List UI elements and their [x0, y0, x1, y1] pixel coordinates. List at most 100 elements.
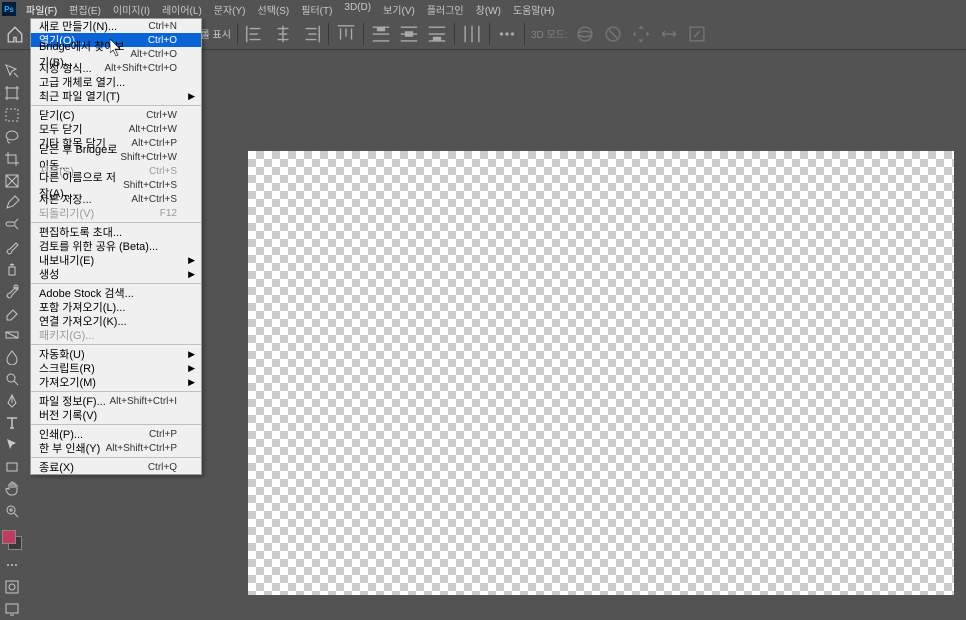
marquee-tool[interactable]	[1, 104, 23, 126]
menubar-item[interactable]: 3D(D)	[338, 0, 377, 19]
file-menu-item[interactable]: 포함 가져오기(L)...	[31, 300, 201, 314]
menubar-item[interactable]: 선택(S)	[252, 0, 296, 19]
eraser-tool[interactable]	[1, 302, 23, 324]
file-menu-item[interactable]: 최근 파일 열기(T)▶	[31, 89, 201, 103]
file-menu-item: 패키지(G)...	[31, 328, 201, 342]
file-menu-item[interactable]: 자동화(U)▶	[31, 347, 201, 361]
file-menu-item[interactable]: 검토를 위한 공유 (Beta)...	[31, 239, 201, 253]
menu-item-shortcut: Ctrl+N	[148, 21, 177, 32]
file-menu-item[interactable]: 닫은 후 Bridge로 이동...Shift+Ctrl+W	[31, 150, 201, 164]
3d-roll-icon	[602, 23, 624, 45]
file-menu-item[interactable]: 버전 기록(V)	[31, 408, 201, 422]
rectangle-tool[interactable]	[1, 456, 23, 478]
menu-item-label: 버전 기록(V)	[39, 407, 97, 423]
menubar-item[interactable]: 필터(T)	[295, 0, 338, 19]
divider	[363, 23, 364, 45]
3d-mode-label: 3D 모드:	[531, 26, 568, 41]
distribute-bottom-icon[interactable]	[426, 23, 448, 45]
menubar-item[interactable]: 이미지(I)	[107, 0, 156, 19]
menu-item-shortcut: Ctrl+S	[149, 166, 177, 177]
file-menu-item[interactable]: 다른 이름으로 저장(A)...Shift+Ctrl+S	[31, 178, 201, 192]
foreground-color[interactable]	[2, 530, 16, 544]
menu-item-shortcut: Alt+Shift+Ctrl+O	[104, 63, 177, 74]
divider	[524, 23, 525, 45]
file-menu-item[interactable]: 사본 저장...Alt+Ctrl+S	[31, 192, 201, 206]
screen-mode-icon[interactable]	[1, 598, 23, 620]
file-menu-item[interactable]: 생성▶	[31, 267, 201, 281]
file-menu-item[interactable]: 편집하도록 초대...	[31, 225, 201, 239]
file-menu-item[interactable]: 가져오기(M)▶	[31, 375, 201, 389]
file-menu-item[interactable]: 모두 닫기Alt+Ctrl+W	[31, 122, 201, 136]
3d-slide-icon	[658, 23, 680, 45]
divider	[328, 23, 329, 45]
color-swatch[interactable]	[2, 530, 22, 550]
align-left-icon[interactable]	[244, 23, 266, 45]
distribute-top-icon[interactable]	[370, 23, 392, 45]
file-menu-item[interactable]: 종료(X)Ctrl+Q	[31, 460, 201, 474]
canvas[interactable]	[248, 151, 954, 595]
artboard-tool[interactable]	[1, 82, 23, 104]
menubar-item[interactable]: 파일(F)	[20, 0, 63, 19]
frame-tool[interactable]	[1, 170, 23, 192]
chevron-right-icon: ▶	[188, 363, 195, 374]
history-brush-tool[interactable]	[1, 280, 23, 302]
brush-tool[interactable]	[1, 236, 23, 258]
more-options-icon[interactable]	[496, 23, 518, 45]
divider	[237, 23, 238, 45]
file-menu-item[interactable]: 스크립트(R)▶	[31, 361, 201, 375]
align-right-icon[interactable]	[300, 23, 322, 45]
file-menu-item[interactable]: 고급 개체로 열기...	[31, 75, 201, 89]
path-select-tool[interactable]	[1, 434, 23, 456]
menubar-item[interactable]: 창(W)	[470, 0, 507, 19]
eyedropper-tool[interactable]	[1, 192, 23, 214]
hand-tool[interactable]	[1, 478, 23, 500]
home-icon[interactable]	[6, 25, 24, 43]
file-menu-item: 되돌리기(V)F12	[31, 206, 201, 220]
file-menu-item[interactable]: Bridge에서 찾아보기(B)...Alt+Ctrl+O	[31, 47, 201, 61]
blur-tool[interactable]	[1, 346, 23, 368]
menubar-item[interactable]: 보기(V)	[377, 0, 421, 19]
spot-heal-tool[interactable]	[1, 214, 23, 236]
type-tool[interactable]	[1, 412, 23, 434]
pen-tool[interactable]	[1, 390, 23, 412]
menubar-item[interactable]: 플러그인	[421, 0, 470, 19]
distribute-center-icon[interactable]	[398, 23, 420, 45]
move-tool[interactable]	[1, 60, 23, 82]
dodge-tool[interactable]	[1, 368, 23, 390]
file-menu-item[interactable]: 연결 가져오기(K)...	[31, 314, 201, 328]
file-menu-item[interactable]: 닫기(C)Ctrl+W	[31, 108, 201, 122]
align-top-icon[interactable]	[335, 23, 357, 45]
file-menu-item[interactable]: 지정 형식...Alt+Shift+Ctrl+O	[31, 61, 201, 75]
menu-item-shortcut: Alt+Ctrl+P	[131, 138, 177, 149]
3d-scale-icon	[686, 23, 708, 45]
divider	[489, 23, 490, 45]
file-menu-item[interactable]: 새로 만들기(N)...Ctrl+N	[31, 19, 201, 33]
lasso-tool[interactable]	[1, 126, 23, 148]
edit-toolbar-icon[interactable]	[1, 554, 23, 576]
crop-tool[interactable]	[1, 148, 23, 170]
file-menu-item[interactable]: 내보내기(E)▶	[31, 253, 201, 267]
menu-item-shortcut: Ctrl+Q	[148, 462, 177, 473]
file-menu-item[interactable]: 한 부 인쇄(Y)Alt+Shift+Ctrl+P	[31, 441, 201, 455]
distribute-h-icon[interactable]	[461, 23, 483, 45]
gradient-tool[interactable]	[1, 324, 23, 346]
menubar-item[interactable]: 문자(Y)	[208, 0, 252, 19]
file-menu-item[interactable]: Adobe Stock 검색...	[31, 286, 201, 300]
clone-tool[interactable]	[1, 258, 23, 280]
menubar-item[interactable]: 편집(E)	[63, 0, 107, 19]
menu-item-shortcut: F12	[160, 208, 177, 219]
menu-item-shortcut: Shift+Ctrl+S	[123, 180, 177, 191]
chevron-right-icon: ▶	[188, 91, 195, 102]
app-icon: Ps	[2, 2, 16, 16]
menu-separator	[31, 222, 201, 223]
menu-item-shortcut: Ctrl+P	[149, 429, 177, 440]
menu-separator	[31, 457, 201, 458]
menubar-item[interactable]: 도움말(H)	[507, 0, 560, 19]
chevron-right-icon: ▶	[188, 377, 195, 388]
file-menu-item[interactable]: 인쇄(P)...Ctrl+P	[31, 427, 201, 441]
zoom-tool[interactable]	[1, 500, 23, 522]
align-center-h-icon[interactable]	[272, 23, 294, 45]
file-menu-item[interactable]: 파일 정보(F)...Alt+Shift+Ctrl+I	[31, 394, 201, 408]
menubar-item[interactable]: 레이어(L)	[156, 0, 208, 19]
menu-item-label: 한 부 인쇄(Y)	[39, 440, 100, 456]
